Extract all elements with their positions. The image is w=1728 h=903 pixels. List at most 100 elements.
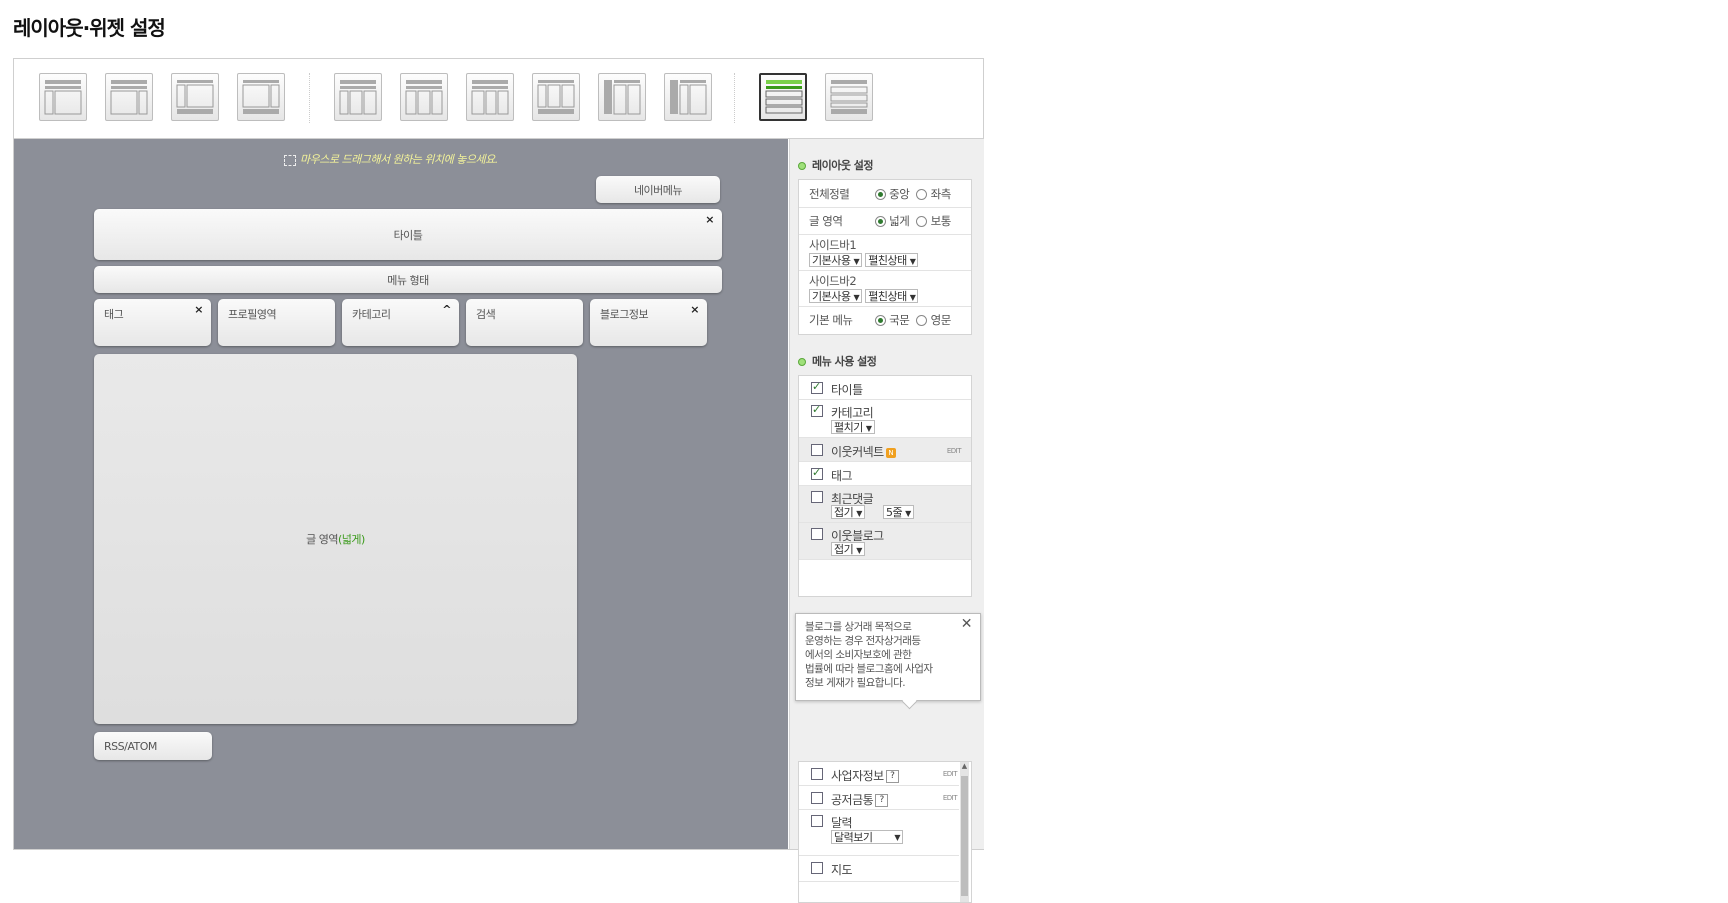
menu-item-recent-comments[interactable]: 최근댓글 접기 ▼ 5줄 ▼ [799,486,971,523]
text-area-radio-group: 넓게 보통 [871,208,951,235]
close-icon[interactable]: × [705,213,714,226]
menu-item-business-info[interactable]: 사업자정보? EDIT [799,762,959,786]
checkbox[interactable] [811,528,823,540]
drag-hint-text: 마우스로 드래그해서 원하는 위치에 놓으세요. [300,153,498,166]
radio-align-center[interactable] [875,189,886,200]
business-info-tooltip: ✕ 블로그를 상거래 목적으로 운영하는 경우 전자상거래등 에서의 소비자보호… [795,613,981,701]
help-icon[interactable]: ? [875,794,889,807]
bullet-icon [798,358,806,366]
layout-template-11-selected[interactable] [759,73,807,121]
scrollbar[interactable]: ▲ [960,762,969,902]
edit-button[interactable]: EDIT [943,794,958,802]
menu-lang-row: 기본 메뉴 국문 영문 [799,307,971,334]
widget-bloginfo[interactable]: 블로그정보 × [590,299,707,346]
sidebar1-row: 사이드바1 기본사용 ▼ 펼친상태 ▼ [799,235,971,271]
sidebar1-use-select[interactable]: 기본사용 ▼ [809,252,863,267]
radio-english[interactable] [916,315,928,326]
checkbox[interactable] [811,792,823,804]
edit-button[interactable]: EDIT [943,770,958,778]
radio-normal[interactable] [916,216,928,227]
layout-template-1[interactable] [39,73,87,121]
menu-lang-radio-group: 국문 영문 [871,307,951,334]
menu-item-label: 타이틀 [831,383,863,397]
new-badge: N [885,447,896,458]
layout-template-6[interactable] [400,73,448,121]
select-value: 펼친상태 [868,253,907,267]
tooltip-line: 정보 게재가 필요합니다. [805,677,906,689]
radio-align-left[interactable] [916,189,928,200]
layout-template-9[interactable] [598,73,646,121]
checkbox[interactable] [811,491,823,503]
menu-settings-title: 메뉴 사용 설정 [798,353,877,369]
page-title: 레이아웃·위젯 설정 [13,16,166,40]
menu-item-tag[interactable]: 태그 [799,462,971,486]
radio-label: 좌측 [930,187,952,201]
layout-template-8[interactable] [532,73,580,121]
chevron-down-icon: ▼ [894,833,900,842]
layout-template-12[interactable] [825,73,873,121]
checkbox[interactable] [811,862,823,874]
close-icon[interactable]: × [194,303,203,316]
menu-item-calendar[interactable]: 달력 달력보기 ▼ [799,810,959,856]
widget-content-area[interactable]: 글 영역 (넓게) [94,354,577,724]
edit-button[interactable]: EDIT [947,447,962,455]
checkbox[interactable] [811,815,823,827]
scrollbar-thumb[interactable] [961,776,968,896]
neighbor-blog-fold-select[interactable]: 접기 ▼ [831,542,865,556]
sidebar2-state-select[interactable]: 펼친상태 ▼ [865,288,919,303]
drag-cursor-icon [284,154,296,166]
calendar-view-select[interactable]: 달력보기 ▼ [831,830,903,844]
widget-profile[interactable]: 프로필영역 [218,299,335,346]
menu-item-category[interactable]: 카테고리 펼치기▼ [799,400,971,438]
menu-item-coin-bank[interactable]: 공저금통? EDIT [799,786,959,810]
menu-item-title[interactable]: 타이틀 [799,376,971,400]
menu-item-map[interactable]: 지도 [799,856,959,882]
checkbox[interactable] [811,380,823,394]
layout-template-3[interactable] [171,73,219,121]
layout-template-5[interactable] [334,73,382,121]
widget-label: 타이틀 [393,228,423,242]
layout-template-2[interactable] [105,73,153,121]
layout-template-10[interactable] [664,73,712,121]
radio-label: 중앙 [889,187,910,201]
widget-title[interactable]: 타이틀 × [94,209,722,260]
menu-item-label: 태그 [831,469,853,483]
sidebar2-use-select[interactable]: 기본사용 ▼ [809,288,863,303]
bullet-icon [798,162,806,170]
checkbox[interactable] [811,444,823,456]
checkbox[interactable] [811,466,823,480]
separator [309,73,310,123]
separator [734,73,735,123]
align-row: 전체정렬 중앙 좌측 [799,180,971,208]
scroll-up-icon[interactable]: ▲ [960,762,969,770]
settings-panel: 레이아웃 설정 전체정렬 중앙 좌측 글 영역 넓게 보통 사이드바1 기본사용… [789,139,984,903]
widget-label: RSS/ATOM [104,739,157,753]
category-mode-select[interactable]: 펼치기 ▼ [831,420,875,434]
widget-tag[interactable]: 태그 × [94,299,211,346]
collapse-icon[interactable]: ^ [442,303,451,316]
widget-label: 메뉴 형태 [387,273,429,287]
sidebar1-state-select[interactable]: 펼친상태 ▼ [865,252,919,267]
checkbox[interactable] [811,768,823,780]
help-icon[interactable]: ? [885,770,899,783]
menu-item-neighbor-connect[interactable]: 이웃커넥트 N EDIT [799,438,971,462]
drag-hint: 마우스로 드래그해서 원하는 위치에 놓으세요. [284,151,498,167]
chevron-down-icon: ▼ [853,256,860,266]
menu-item-label: 달력 [831,816,853,830]
recent-comments-fold-select[interactable]: 접기 ▼ [831,505,865,519]
widget-navermenu[interactable]: 네이버메뉴 [596,176,720,203]
close-icon[interactable]: ✕ [961,617,973,631]
menu-item-neighbor-blog[interactable]: 이웃블로그 접기 ▼ [799,523,971,560]
widget-rss[interactable]: RSS/ATOM [94,732,212,760]
widget-category[interactable]: 카테고리 ^ [342,299,459,346]
widget-menu-type[interactable]: 메뉴 형태 [94,266,722,293]
checkbox[interactable] [811,403,823,417]
layout-settings-box: 전체정렬 중앙 좌측 글 영역 넓게 보통 사이드바1 기본사용 ▼ 펼친상태 ▼ [798,179,972,335]
close-icon[interactable]: × [690,303,699,316]
radio-wide[interactable] [875,216,886,227]
widget-search[interactable]: 검색 [466,299,583,346]
layout-template-4[interactable] [237,73,285,121]
layout-template-7[interactable] [466,73,514,121]
radio-korean[interactable] [875,315,886,326]
recent-comments-lines-select[interactable]: 5줄 ▼ [883,505,914,519]
